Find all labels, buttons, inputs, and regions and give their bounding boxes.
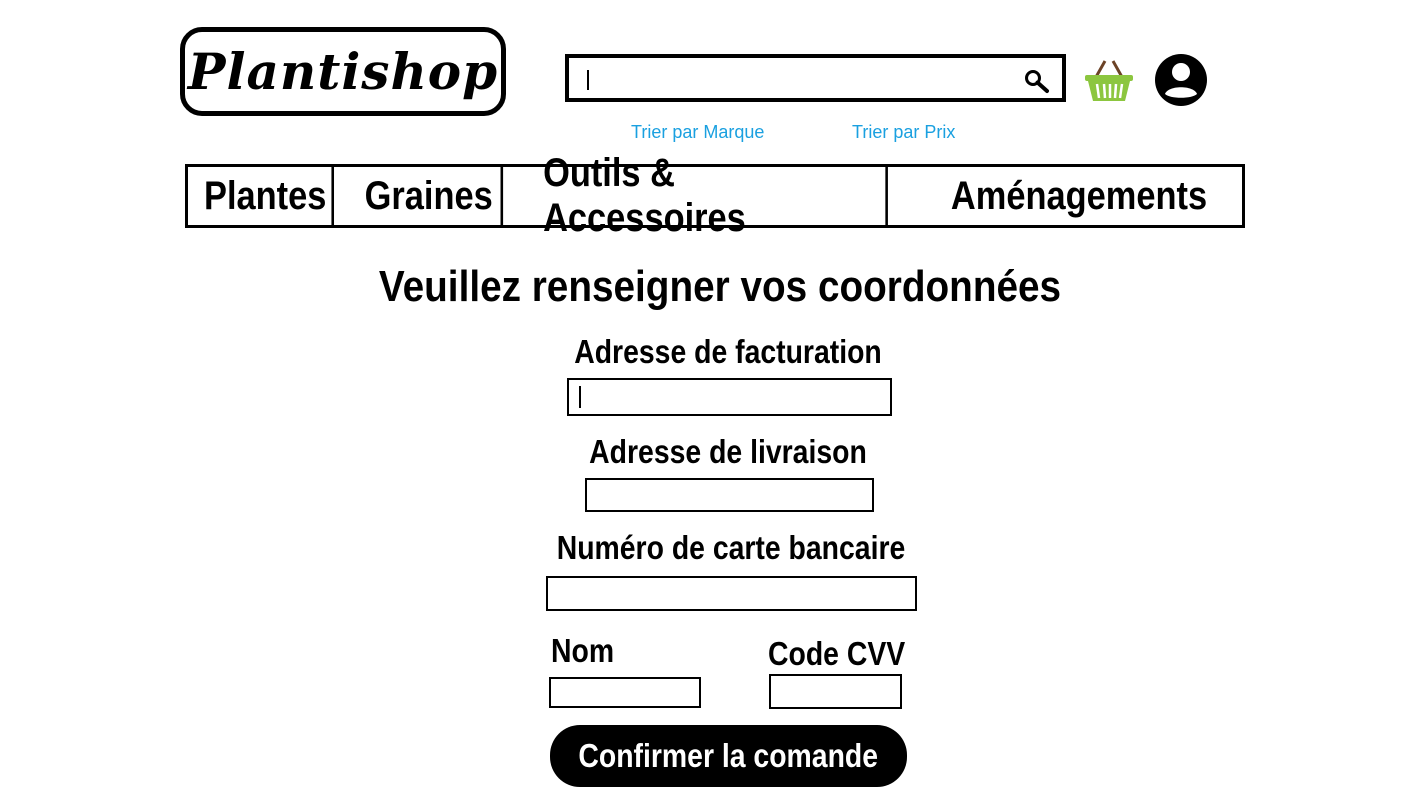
name-input[interactable] xyxy=(549,677,701,708)
nav-item-plantes[interactable]: Plantes xyxy=(199,167,335,225)
sort-by-brand-link[interactable]: Trier par Marque xyxy=(631,122,764,143)
nav-item-amenagements[interactable]: Aménagements xyxy=(939,167,1219,225)
shipping-address-label: Adresse de livraison xyxy=(589,433,867,470)
basket-icon[interactable] xyxy=(1083,57,1135,103)
user-icon[interactable] xyxy=(1154,52,1208,108)
cvv-input[interactable] xyxy=(769,674,902,709)
logo-text: Plantishop xyxy=(187,42,499,101)
search-icon[interactable] xyxy=(1022,68,1052,94)
billing-address-label: Adresse de facturation xyxy=(574,333,882,370)
confirm-order-button[interactable]: Confirmer la comande xyxy=(550,725,907,787)
logo[interactable]: Plantishop xyxy=(180,27,506,116)
confirm-order-label: Confirmer la comande xyxy=(578,737,879,774)
category-nav: Plantes Graines Outils & Accessoires Amé… xyxy=(185,151,1245,240)
nav-item-graines[interactable]: Graines xyxy=(357,167,504,225)
nav-item-outils-accessoires[interactable]: Outils & Accessoires xyxy=(543,151,888,240)
billing-address-input[interactable] xyxy=(567,378,892,416)
search-input[interactable] xyxy=(565,54,1066,102)
card-number-label: Numéro de carte bancaire xyxy=(556,529,906,566)
page-title: Veuillez renseigner vos coordonnées xyxy=(378,262,1062,311)
cvv-label: Code CVV xyxy=(768,635,906,672)
shipping-address-input[interactable] xyxy=(585,478,874,512)
text-caret xyxy=(579,386,581,408)
sort-by-price-link[interactable]: Trier par Prix xyxy=(852,122,955,143)
name-label: Nom xyxy=(551,632,615,669)
text-caret xyxy=(587,70,589,90)
card-number-input[interactable] xyxy=(546,576,917,611)
